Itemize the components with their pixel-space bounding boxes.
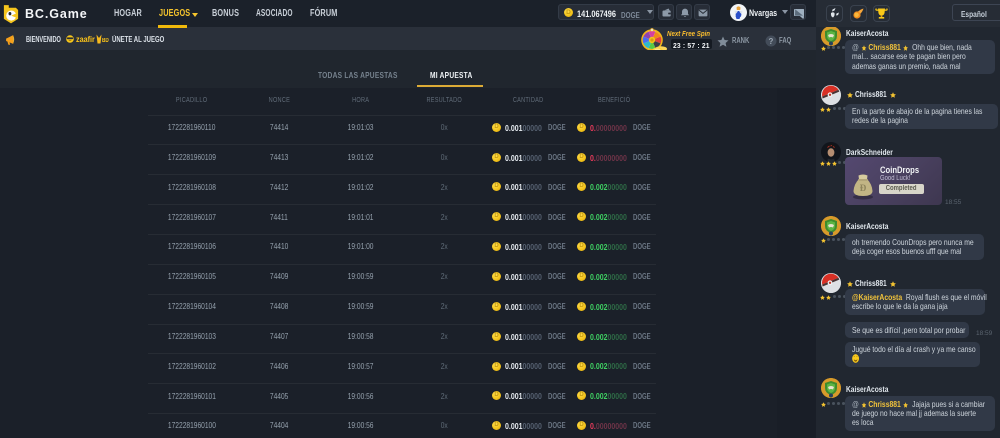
svg-text:?: ? [769, 37, 774, 46]
svg-text:Đ: Đ [860, 183, 867, 193]
